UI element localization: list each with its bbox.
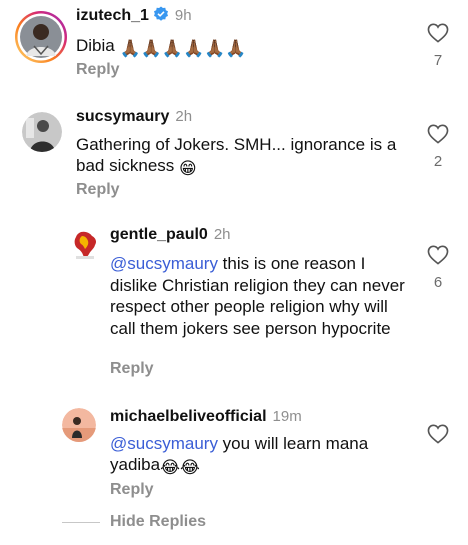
reply-button[interactable]: Reply xyxy=(110,360,154,378)
like-button[interactable]: 6 xyxy=(425,245,451,291)
comment-header: sucsymaury 2h xyxy=(76,108,192,126)
avatar[interactable] xyxy=(22,112,62,152)
comment-text: Dibia 🙏🏾🙏🏾🙏🏾🙏🏾🙏🏾🙏🏾 xyxy=(76,35,247,59)
timestamp: 2h xyxy=(175,108,193,125)
like-count: 6 xyxy=(433,274,443,291)
heart-outline-icon xyxy=(427,424,449,448)
timestamp: 19m xyxy=(272,408,302,425)
emoji: 😂😂 xyxy=(160,458,200,477)
username[interactable]: michaelbeliveofficial xyxy=(110,408,267,425)
comment-body: Dibia xyxy=(76,36,115,55)
like-button[interactable]: 2 xyxy=(425,124,451,170)
heart-outline-icon xyxy=(427,124,449,148)
heart-outline-icon xyxy=(427,245,449,269)
comment-body: Gathering of Jokers. SMH... ignorance is… xyxy=(76,135,397,175)
like-count: 2 xyxy=(433,153,443,170)
avatar[interactable] xyxy=(70,230,100,260)
comment-text: @sucsymaury this is one reason I dislike… xyxy=(110,253,410,339)
mention-link[interactable]: @sucsymaury xyxy=(110,434,218,453)
like-button[interactable] xyxy=(425,424,451,453)
verified-badge-icon xyxy=(153,6,169,27)
timestamp: 2h xyxy=(213,226,231,243)
avatar[interactable] xyxy=(14,10,68,64)
comment-text: Gathering of Jokers. SMH... ignorance is… xyxy=(76,134,416,179)
username[interactable]: izutech_1 xyxy=(76,7,149,24)
reply-button[interactable]: Reply xyxy=(76,181,120,199)
comment-header: gentle_paul0 2h xyxy=(110,226,231,244)
username[interactable]: sucsymaury xyxy=(76,108,169,125)
emoji: 😁 xyxy=(179,159,197,178)
like-count: 7 xyxy=(433,52,443,69)
mention-link[interactable]: @sucsymaury xyxy=(110,254,218,273)
emoji: 🙏🏾🙏🏾🙏🏾🙏🏾🙏🏾🙏🏾 xyxy=(119,39,247,58)
heart-outline-icon xyxy=(427,23,449,47)
comment-header: izutech_1 9h xyxy=(76,6,192,27)
reply-button[interactable]: Reply xyxy=(110,481,154,499)
username[interactable]: gentle_paul0 xyxy=(110,226,208,243)
comment-text: @sucsymaury you will learn mana yadiba😂😂 xyxy=(110,433,410,478)
timestamp: 9h xyxy=(174,7,192,24)
divider xyxy=(62,522,100,523)
hide-replies-button[interactable]: Hide Replies xyxy=(110,513,206,531)
reply-button[interactable]: Reply xyxy=(76,61,120,79)
comment-header: michaelbeliveofficial 19m xyxy=(110,408,302,426)
like-button[interactable]: 7 xyxy=(425,23,451,69)
avatar[interactable] xyxy=(62,408,96,442)
